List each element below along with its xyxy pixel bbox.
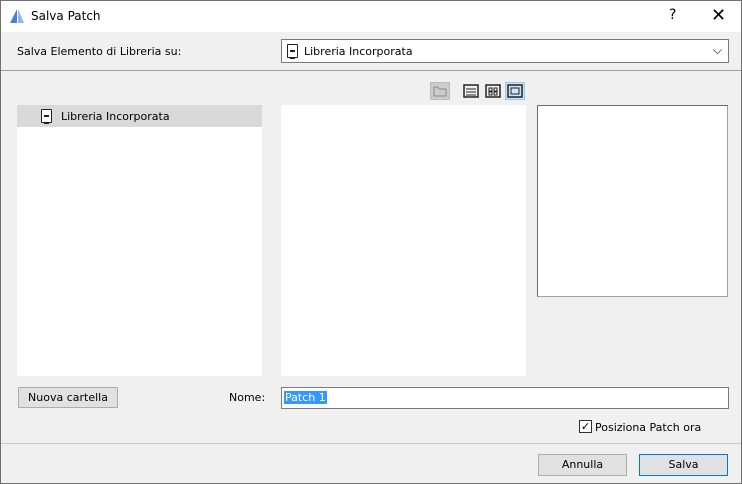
folder-tree[interactable]: Libreria Incorporata xyxy=(17,105,262,376)
chevron-down-icon: ⌵ xyxy=(712,43,722,57)
name-input[interactable]: Patch 1 xyxy=(281,387,729,409)
folder-up-icon xyxy=(433,86,447,97)
help-button[interactable]: ? xyxy=(669,7,676,23)
tree-item-label: Libreria Incorporata xyxy=(61,110,170,123)
library-icon xyxy=(41,109,52,124)
parent-folder-button[interactable] xyxy=(430,82,450,100)
checkbox-label: Posiziona Patch ora xyxy=(595,421,702,434)
preview-view-button[interactable] xyxy=(505,82,525,100)
close-button[interactable]: ✕ xyxy=(711,5,726,26)
dialog: Salva Patch ? ✕ Salva Elemento di Librer… xyxy=(0,0,742,484)
library-icon xyxy=(287,44,298,59)
position-patch-checkbox[interactable]: ✓ xyxy=(579,420,592,433)
divider xyxy=(1,70,741,71)
tree-item[interactable]: Libreria Incorporata xyxy=(17,105,262,127)
new-folder-button[interactable]: Nuova cartella xyxy=(18,387,118,408)
save-button[interactable]: Salva xyxy=(639,454,728,476)
file-list[interactable] xyxy=(281,105,526,376)
grid-view-button[interactable] xyxy=(483,82,503,100)
divider xyxy=(1,443,741,444)
title-bar: Salva Patch ? ✕ xyxy=(1,1,741,32)
grid-view-icon xyxy=(485,84,501,98)
preview-pane xyxy=(537,105,728,297)
location-label: Salva Elemento di Libreria su: xyxy=(17,45,182,58)
location-select[interactable]: Libreria Incorporata ⌵ xyxy=(281,39,729,63)
preview-view-icon xyxy=(507,84,523,98)
list-view-button[interactable] xyxy=(461,82,481,100)
app-logo-icon xyxy=(10,9,24,23)
list-view-icon xyxy=(463,84,479,98)
window-title: Salva Patch xyxy=(31,9,101,23)
cancel-button[interactable]: Annulla xyxy=(538,454,627,476)
name-value: Patch 1 xyxy=(284,391,327,404)
location-value: Libreria Incorporata xyxy=(304,45,413,58)
name-label: Nome: xyxy=(229,391,266,404)
